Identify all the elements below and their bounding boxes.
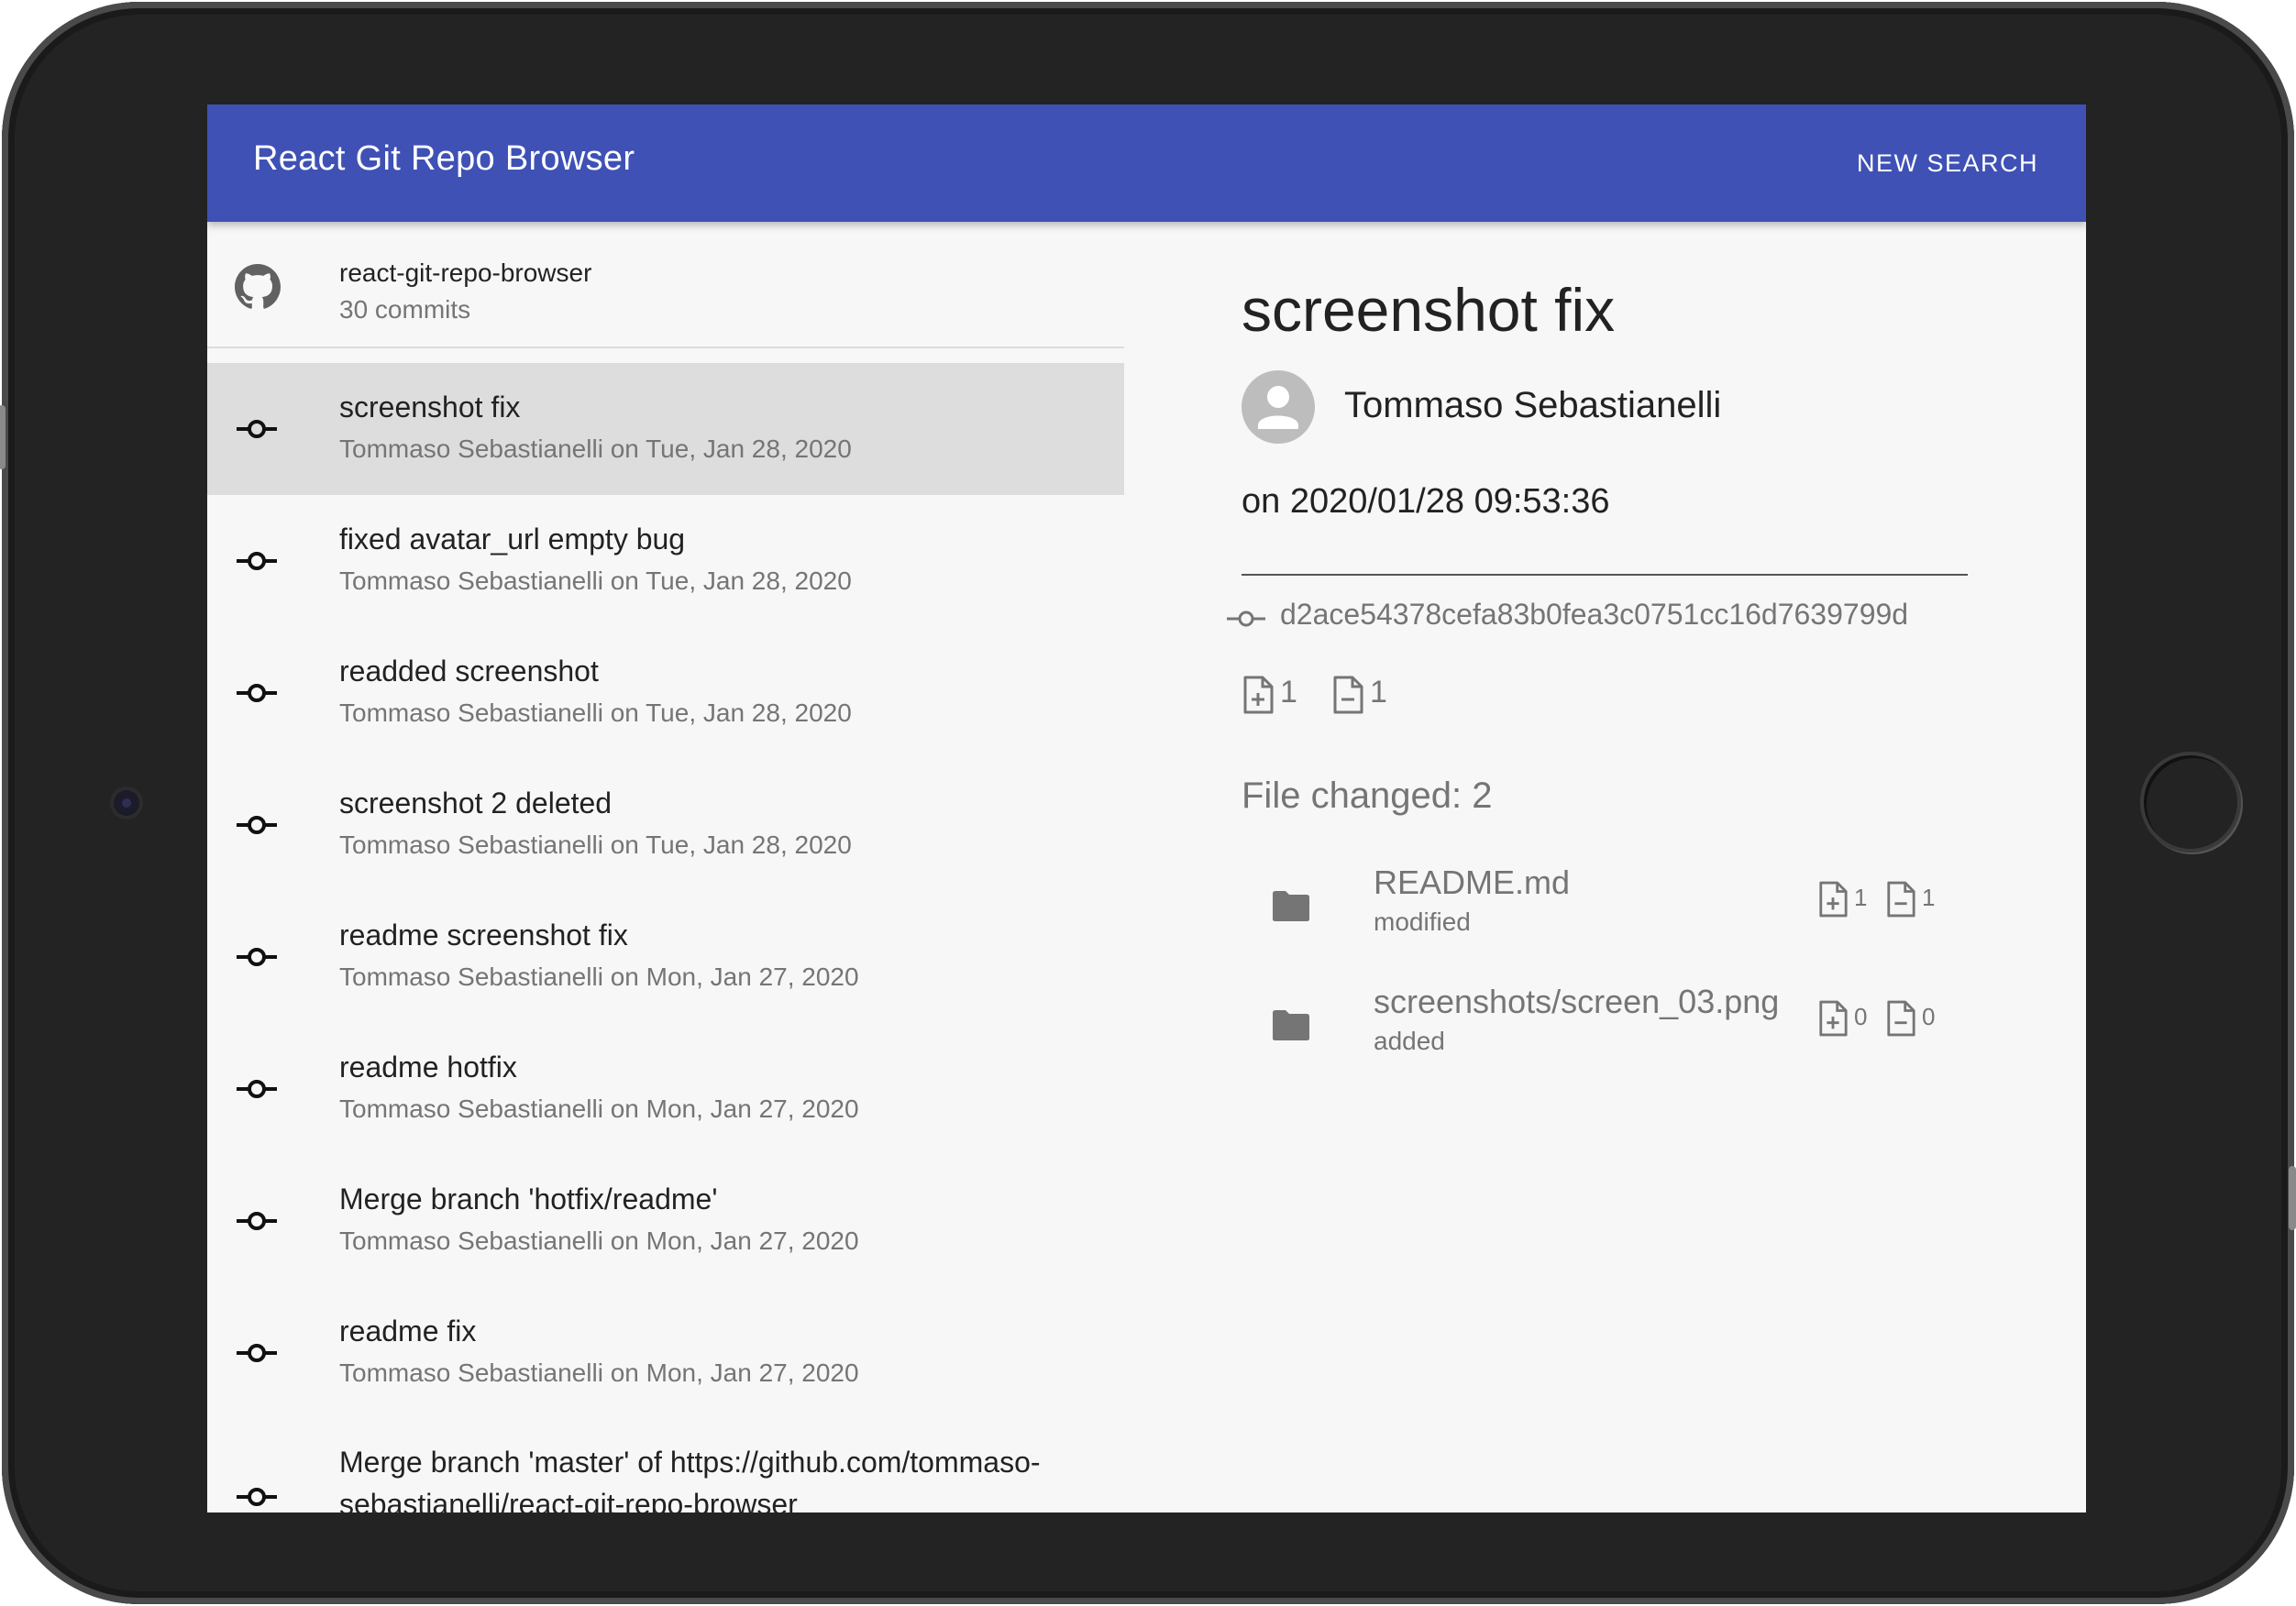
tablet-frame: React Git Repo Browser NEW SEARCH react-… (0, 2, 2296, 1604)
file-status: modified (1374, 908, 1471, 936)
home-button[interactable] (2140, 752, 2241, 852)
file-minus-icon (1333, 676, 1363, 714)
commit-item[interactable]: Merge branch 'hotfix/readme' Tommaso Seb… (207, 1155, 1124, 1287)
files-changed-title: File changed: 2 (1242, 776, 1493, 816)
commit-item[interactable]: readme screenshot fix Tommaso Sebastiane… (207, 891, 1124, 1023)
commit-sha: d2ace54378cefa83b0fea3c0751cc16d7639799d (1280, 598, 1909, 631)
commit-item[interactable]: readme fix Tommaso Sebastianelli on Mon,… (207, 1287, 1124, 1419)
file-plus-icon (1819, 1000, 1848, 1037)
commit-icon (237, 1080, 277, 1098)
commit-meta: Tommaso Sebastianelli on Tue, Jan 28, 20… (339, 698, 852, 727)
commit-author: Tommaso Sebastianelli (1344, 385, 1722, 425)
commit-message: readded screenshot (339, 654, 599, 688)
commit-message: Merge branch 'master' of https://github.… (339, 1446, 1041, 1512)
file-deletions-count: 1 (1922, 884, 1936, 911)
commit-icon (237, 684, 277, 702)
commit-meta: Tommaso Sebastianelli on Tue, Jan 28, 20… (339, 434, 852, 463)
file-item[interactable]: screenshots/screen_03.png added 0 0 (1242, 974, 1975, 1084)
folder-icon (1273, 1010, 1309, 1040)
file-plus-icon (1819, 881, 1848, 918)
commit-message: readme fix (339, 1314, 477, 1348)
commit-icon (237, 552, 277, 570)
commit-meta: Tommaso Sebastianelli on Mon, Jan 27, 20… (339, 962, 859, 991)
divider (1242, 574, 1968, 576)
commit-meta: Tommaso Sebastianelli on Mon, Jan 27, 20… (339, 1226, 859, 1255)
commit-meta: Tommaso Sebastianelli on Tue, Jan 28, 20… (339, 830, 852, 859)
new-search-button[interactable]: NEW SEARCH (1844, 138, 2051, 189)
app-screen: React Git Repo Browser NEW SEARCH react-… (207, 104, 2086, 1512)
person-icon (1258, 386, 1298, 429)
file-additions-count: 0 (1854, 1003, 1868, 1030)
commit-title: screenshot fix (1242, 276, 1616, 344)
side-button (2289, 1166, 2296, 1230)
commit-icon (1227, 610, 1265, 627)
commit-list-panel: react-git-repo-browser 30 commits screen… (207, 222, 1124, 1512)
github-icon (235, 264, 281, 309)
commit-meta: Tommaso Sebastianelli on Tue, Jan 28, 20… (339, 566, 852, 595)
commit-message: fixed avatar_url empty bug (339, 522, 686, 556)
file-status: added (1374, 1027, 1445, 1055)
commit-item[interactable]: screenshot 2 deleted Tommaso Sebastianel… (207, 759, 1124, 891)
front-camera (114, 790, 139, 816)
commit-item[interactable]: fixed avatar_url empty bug Tommaso Sebas… (207, 495, 1124, 627)
commit-message: screenshot fix (339, 390, 521, 424)
repo-commit-count: 30 commits (339, 295, 471, 324)
app-bar: React Git Repo Browser NEW SEARCH (207, 104, 2086, 222)
commit-date: on 2020/01/28 09:53:36 (1242, 482, 1610, 521)
file-name: screenshots/screen_03.png (1374, 983, 1780, 1020)
file-plus-icon (1243, 676, 1274, 714)
commit-icon (237, 1344, 277, 1362)
commit-list: screenshot fix Tommaso Sebastianelli on … (207, 363, 1124, 1512)
commit-icon (237, 1212, 277, 1230)
folder-icon (1273, 891, 1309, 921)
commit-detail-panel: screenshot fix Tommaso Sebastianelli on … (1227, 222, 2067, 1512)
deletions-count: 1 (1370, 675, 1387, 710)
repo-header: react-git-repo-browser 30 commits (207, 222, 1124, 348)
commit-message: readme screenshot fix (339, 918, 628, 952)
file-item[interactable]: README.md modified 1 1 (1242, 854, 1975, 964)
commit-icon (237, 948, 277, 966)
avatar (1242, 370, 1315, 444)
commit-message: readme hotfix (339, 1050, 517, 1084)
file-minus-icon (1887, 881, 1915, 918)
commit-message: Merge branch 'hotfix/readme' (339, 1182, 718, 1216)
repo-name: react-git-repo-browser (339, 258, 592, 287)
commit-item[interactable]: readded screenshot Tommaso Sebastianelli… (207, 627, 1124, 759)
commit-item[interactable]: screenshot fix Tommaso Sebastianelli on … (207, 363, 1124, 495)
side-button (0, 405, 6, 469)
commit-item[interactable]: Merge branch 'master' of https://github.… (207, 1419, 1124, 1512)
commit-item[interactable]: readme hotfix Tommaso Sebastianelli on M… (207, 1023, 1124, 1155)
file-name: README.md (1374, 864, 1571, 901)
commit-icon (237, 816, 277, 834)
commit-meta: Tommaso Sebastianelli on Mon, Jan 27, 20… (339, 1094, 859, 1123)
file-additions-count: 1 (1854, 884, 1868, 911)
commit-meta: Tommaso Sebastianelli on Mon, Jan 27, 20… (339, 1358, 859, 1387)
app-title: React Git Repo Browser (253, 139, 635, 178)
commit-icon (237, 420, 277, 438)
commit-message: screenshot 2 deleted (339, 786, 613, 820)
additions-count: 1 (1280, 675, 1297, 710)
commit-icon (237, 1488, 277, 1506)
file-deletions-count: 0 (1922, 1003, 1936, 1030)
file-minus-icon (1887, 1000, 1915, 1037)
